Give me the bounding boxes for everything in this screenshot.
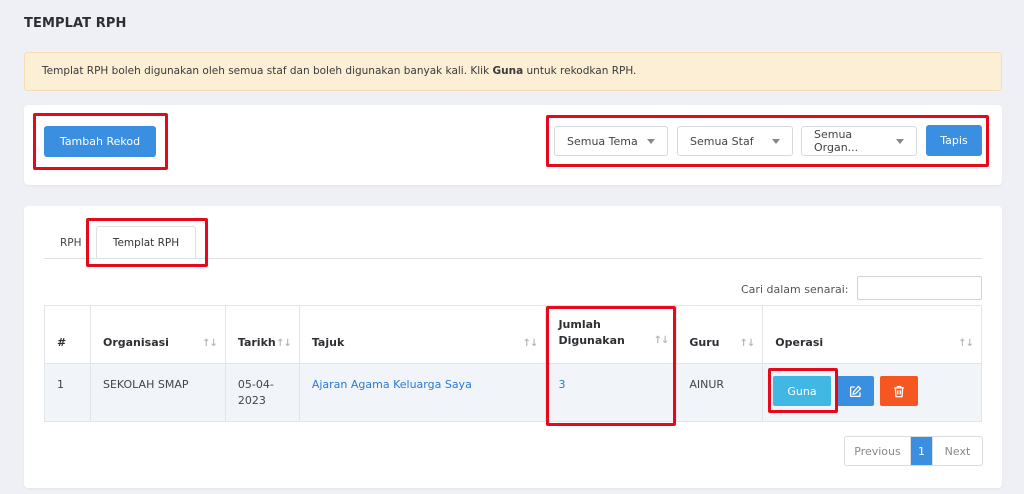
page-title: TEMPLAT RPH — [24, 16, 127, 31]
chevron-down-icon — [647, 138, 655, 144]
cell-guru: AINUR — [676, 363, 764, 422]
header-date-label: Tarikh — [237, 336, 276, 349]
filter-org-label: Semua Organ... — [814, 128, 859, 154]
header-org-label: Organisasi — [102, 336, 169, 349]
sort-icon: ↑↓ — [276, 338, 292, 349]
chevron-down-icon — [896, 138, 904, 144]
header-teacher-label: Guru — [689, 336, 720, 349]
tab-rph[interactable]: RPH — [60, 237, 82, 249]
edit-button[interactable] — [837, 376, 874, 406]
header-title-label: Tajuk — [311, 336, 345, 349]
col-header-guru[interactable]: Guru ↑↓ — [676, 305, 764, 364]
tab-templat-rph-label: Templat RPH — [112, 236, 180, 249]
tab-divider — [44, 258, 982, 259]
col-header-operasi[interactable]: Operasi ↑↓ — [762, 305, 982, 364]
search-input[interactable] — [857, 276, 982, 300]
sort-icon: ↑↓ — [958, 338, 974, 349]
edit-icon — [849, 385, 862, 397]
sort-icon: ↑↓ — [653, 335, 670, 346]
info-alert: Templat RPH boleh digunakan oleh semua s… — [24, 52, 1002, 91]
title-link[interactable]: Ajaran Agama Keluarga Saya — [312, 378, 472, 391]
chevron-down-icon — [772, 138, 780, 144]
sort-icon: ↑↓ — [522, 338, 539, 349]
search-label: Cari dalam senarai: — [741, 283, 849, 296]
col-header-organisasi[interactable]: Organisasi ↑↓ — [89, 305, 226, 364]
filter-theme-label: Semua Tema — [567, 134, 638, 148]
header-ops-label: Operasi — [775, 336, 824, 349]
table-header-row: # Organisasi ↑↓ Tarikh ↑↓ Tajuk ↑↓ Jumlah Di… — [44, 305, 982, 364]
col-header-jumlah-digunakan[interactable]: Jumlah Digunakan ↑↓ — [545, 305, 678, 364]
date-line1: 05-04- — [237, 378, 274, 391]
filter-staff-label: Semua Staf — [690, 134, 754, 148]
pagination-previous[interactable]: Previous — [845, 437, 911, 465]
cell-jumlah-digunakan: 3 — [545, 363, 678, 422]
tab-templat-rph[interactable]: Templat RPH — [96, 226, 196, 259]
filter-org-select[interactable]: Semua Organ... — [801, 126, 917, 156]
filter-staff-select[interactable]: Semua Staf — [677, 126, 793, 156]
cell-number: 1 — [44, 363, 91, 422]
alert-text-bold: Guna — [492, 65, 524, 77]
cell-organisasi: SEKOLAH SMAP — [89, 363, 226, 422]
cell-tarikh: 05-04- 2023 — [224, 363, 300, 422]
alert-text-before: Templat RPH boleh digunakan oleh semua s… — [42, 65, 493, 77]
pagination-next[interactable]: Next — [932, 437, 982, 465]
header-used-line1: Jumlah — [558, 318, 601, 331]
date-line2: 2023 — [237, 394, 266, 407]
header-num-label: # — [57, 336, 67, 349]
use-template-button[interactable]: Guna — [773, 376, 831, 406]
filter-button[interactable]: Tapis — [926, 125, 982, 156]
header-used-line2: Digunakan — [558, 334, 625, 347]
alert-text-after: untuk rekodkan RPH. — [523, 65, 637, 77]
sort-icon: ↑↓ — [202, 338, 218, 349]
col-header-number[interactable]: # — [44, 305, 91, 364]
col-header-tarikh[interactable]: Tarikh ↑↓ — [224, 305, 300, 364]
col-header-tajuk[interactable]: Tajuk ↑↓ — [298, 305, 547, 364]
cell-tajuk: Ajaran Agama Keluarga Saya — [298, 363, 547, 422]
usage-count-link[interactable]: 3 — [558, 378, 565, 391]
filter-theme-select[interactable]: Semua Tema — [554, 126, 668, 156]
trash-icon — [894, 385, 904, 397]
sort-icon: ↑↓ — [739, 338, 756, 349]
pagination: Previous 1 Next — [844, 436, 983, 466]
add-record-button[interactable]: Tambah Rekod — [44, 126, 156, 157]
delete-button[interactable] — [880, 376, 918, 406]
pagination-page-1[interactable]: 1 — [911, 437, 932, 465]
